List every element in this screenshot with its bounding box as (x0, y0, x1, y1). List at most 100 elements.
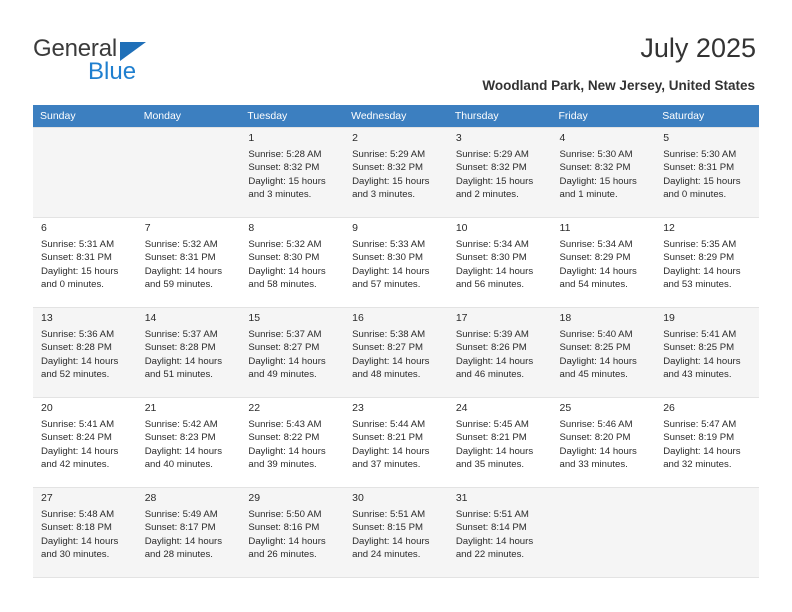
day-number: 21 (144, 402, 157, 414)
calendar-day-cell[interactable]: 6 Sunrise: 5:31 AM Sunset: 8:31 PM Daylight… (33, 217, 137, 308)
day-number: 10 (455, 222, 468, 234)
sunset-text: Sunset: 8:32 PM (352, 162, 424, 174)
day-sun-info: Sunrise: 5:34 AM Sunset: 8:29 PM Daylight:… (552, 235, 656, 291)
calendar-day-cell[interactable]: 21 Sunrise: 5:42 AM Sunset: 8:23 PM Dayligh… (136, 397, 241, 488)
sunset-text: Sunset: 8:27 PM (248, 342, 320, 354)
day-sun-info: Sunrise: 5:35 AM Sunset: 8:29 PM Daylight:… (655, 235, 759, 291)
daylight-text: Daylight: 14 hours and 54 minutes. (559, 265, 637, 290)
sunset-text: Sunset: 8:28 PM (144, 342, 216, 354)
sunset-text: Sunset: 8:29 PM (663, 252, 735, 264)
sunrise-text: Sunrise: 5:48 AM (41, 509, 115, 520)
calendar-week-row: 13 Sunrise: 5:36 AM Sunset: 8:28 PM Dayligh… (33, 307, 759, 398)
daylight-text: Daylight: 15 hours and 3 minutes. (352, 175, 430, 200)
day-number: 26 (663, 402, 675, 414)
calendar-empty-cell (551, 487, 656, 578)
day-sun-info: Sunrise: 5:39 AM Sunset: 8:26 PM Daylight:… (448, 325, 552, 381)
day-number: 14 (144, 312, 157, 324)
calendar-day-cell[interactable]: 4 Sunrise: 5:30 AM Sunset: 8:32 PM Daylight… (551, 127, 656, 218)
sunset-text: Sunset: 8:15 PM (352, 522, 424, 534)
day-sun-info: Sunrise: 5:29 AM Sunset: 8:32 PM Daylight:… (344, 145, 448, 201)
calendar-day-cell[interactable]: 31 Sunrise: 5:51 AM Sunset: 8:14 PM Dayligh… (447, 487, 552, 578)
day-number: 22 (248, 402, 261, 414)
sunset-text: Sunset: 8:21 PM (455, 432, 527, 444)
sunrise-text: Sunrise: 5:41 AM (663, 329, 737, 340)
daylight-text: Daylight: 14 hours and 28 minutes. (144, 535, 223, 560)
sunset-text: Sunset: 8:21 PM (352, 432, 424, 444)
calendar-day-cell[interactable]: 10 Sunrise: 5:34 AM Sunset: 8:30 PM Dayligh… (447, 217, 552, 308)
day-number: 28 (144, 492, 157, 504)
daylight-text: Daylight: 14 hours and 49 minutes. (248, 355, 326, 380)
sunrise-text: Sunrise: 5:32 AM (248, 239, 322, 250)
calendar-day-cell[interactable]: 3 Sunrise: 5:29 AM Sunset: 8:32 PM Daylight… (447, 127, 552, 218)
calendar-day-cell[interactable]: 1 Sunrise: 5:28 AM Sunset: 8:32 PM Daylight… (240, 127, 345, 218)
general-blue-logo[interactable]: General Blue (33, 36, 203, 86)
sunrise-text: Sunrise: 5:28 AM (248, 149, 322, 160)
calendar-day-cell[interactable]: 18 Sunrise: 5:40 AM Sunset: 8:25 PM Dayligh… (551, 307, 656, 398)
sunset-text: Sunset: 8:29 PM (559, 252, 631, 264)
calendar-day-cell[interactable]: 2 Sunrise: 5:29 AM Sunset: 8:32 PM Daylight… (344, 127, 448, 218)
calendar-day-cell[interactable]: 8 Sunrise: 5:32 AM Sunset: 8:30 PM Daylight… (240, 217, 345, 308)
sunset-text: Sunset: 8:32 PM (455, 162, 527, 174)
day-number: 3 (455, 132, 462, 144)
sunset-text: Sunset: 8:31 PM (144, 252, 216, 264)
sunrise-text: Sunrise: 5:40 AM (559, 329, 633, 340)
day-number: 11 (559, 222, 571, 234)
sunrise-text: Sunrise: 5:42 AM (144, 419, 218, 430)
calendar-day-cell[interactable]: 5 Sunrise: 5:30 AM Sunset: 8:31 PM Daylight… (655, 127, 759, 218)
sunset-text: Sunset: 8:28 PM (41, 342, 112, 354)
daylight-text: Daylight: 15 hours and 3 minutes. (248, 175, 326, 200)
calendar-day-cell[interactable]: 9 Sunrise: 5:33 AM Sunset: 8:30 PM Daylight… (344, 217, 448, 308)
calendar-day-cell[interactable]: 19 Sunrise: 5:41 AM Sunset: 8:25 PM Dayligh… (655, 307, 759, 398)
calendar-day-cell[interactable]: 17 Sunrise: 5:39 AM Sunset: 8:26 PM Dayligh… (447, 307, 552, 398)
daylight-text: Daylight: 14 hours and 42 minutes. (41, 445, 119, 470)
calendar-day-cell[interactable]: 22 Sunrise: 5:43 AM Sunset: 8:22 PM Dayligh… (240, 397, 345, 488)
daylight-text: Daylight: 15 hours and 0 minutes. (41, 265, 119, 290)
calendar-week-row: 6 Sunrise: 5:31 AM Sunset: 8:31 PM Daylight… (33, 217, 759, 308)
day-number: 5 (663, 132, 670, 144)
day-sun-info: Sunrise: 5:31 AM Sunset: 8:31 PM Daylight:… (33, 235, 137, 291)
calendar-day-cell[interactable]: 13 Sunrise: 5:36 AM Sunset: 8:28 PM Dayligh… (33, 307, 137, 398)
daylight-text: Daylight: 14 hours and 45 minutes. (559, 355, 637, 380)
calendar-day-cell[interactable]: 16 Sunrise: 5:38 AM Sunset: 8:27 PM Dayligh… (344, 307, 448, 398)
calendar-day-cell[interactable]: 14 Sunrise: 5:37 AM Sunset: 8:28 PM Dayligh… (136, 307, 241, 398)
calendar-day-cell[interactable]: 7 Sunrise: 5:32 AM Sunset: 8:31 PM Daylight… (136, 217, 241, 308)
calendar-day-cell[interactable]: 12 Sunrise: 5:35 AM Sunset: 8:29 PM Dayligh… (655, 217, 759, 308)
day-number: 29 (248, 492, 261, 504)
sunset-text: Sunset: 8:14 PM (455, 522, 527, 534)
day-sun-info: Sunrise: 5:46 AM Sunset: 8:20 PM Daylight:… (552, 415, 656, 471)
sunrise-text: Sunrise: 5:30 AM (663, 149, 737, 160)
calendar-day-cell[interactable]: 15 Sunrise: 5:37 AM Sunset: 8:27 PM Dayligh… (240, 307, 345, 398)
calendar-day-cell[interactable]: 11 Sunrise: 5:34 AM Sunset: 8:29 PM Dayligh… (551, 217, 656, 308)
calendar-day-cell[interactable]: 28 Sunrise: 5:49 AM Sunset: 8:17 PM Dayligh… (136, 487, 241, 578)
daylight-text: Daylight: 14 hours and 35 minutes. (455, 445, 534, 470)
day-sun-info: Sunrise: 5:29 AM Sunset: 8:32 PM Daylight:… (448, 145, 552, 201)
sunset-text: Sunset: 8:26 PM (455, 342, 527, 354)
calendar-day-cell[interactable]: 26 Sunrise: 5:47 AM Sunset: 8:19 PM Dayligh… (655, 397, 759, 488)
calendar-day-cell[interactable]: 23 Sunrise: 5:44 AM Sunset: 8:21 PM Dayligh… (344, 397, 448, 488)
calendar-week-row: 1 Sunrise: 5:28 AM Sunset: 8:32 PM Daylight… (33, 127, 759, 218)
calendar-day-cell[interactable]: 29 Sunrise: 5:50 AM Sunset: 8:16 PM Dayligh… (240, 487, 345, 578)
daylight-text: Daylight: 14 hours and 48 minutes. (352, 355, 430, 380)
calendar-day-cell[interactable]: 24 Sunrise: 5:45 AM Sunset: 8:21 PM Dayligh… (447, 397, 552, 488)
calendar-header-row: Sunday Monday Tuesday Wednesday Thursday… (33, 105, 759, 128)
day-sun-info: Sunrise: 5:43 AM Sunset: 8:22 PM Daylight:… (240, 415, 344, 471)
day-number: 8 (248, 222, 255, 234)
daylight-text: Daylight: 14 hours and 53 minutes. (663, 265, 741, 290)
calendar-day-cell[interactable]: 30 Sunrise: 5:51 AM Sunset: 8:15 PM Dayligh… (344, 487, 448, 578)
sunset-text: Sunset: 8:18 PM (41, 522, 112, 534)
daylight-text: Daylight: 14 hours and 30 minutes. (41, 535, 119, 560)
sunset-text: Sunset: 8:25 PM (663, 342, 735, 354)
day-number: 24 (455, 402, 468, 414)
day-sun-info: Sunrise: 5:34 AM Sunset: 8:30 PM Daylight:… (448, 235, 552, 291)
day-sun-info: Sunrise: 5:49 AM Sunset: 8:17 PM Daylight:… (137, 505, 241, 561)
sunrise-text: Sunrise: 5:51 AM (352, 509, 426, 520)
day-sun-info: Sunrise: 5:42 AM Sunset: 8:23 PM Daylight:… (137, 415, 241, 471)
day-sun-info: Sunrise: 5:32 AM Sunset: 8:31 PM Daylight:… (137, 235, 241, 291)
calendar-day-cell[interactable]: 20 Sunrise: 5:41 AM Sunset: 8:24 PM Dayligh… (33, 397, 137, 488)
daylight-text: Daylight: 14 hours and 52 minutes. (41, 355, 119, 380)
sunset-text: Sunset: 8:27 PM (352, 342, 424, 354)
calendar-day-cell[interactable]: 25 Sunrise: 5:46 AM Sunset: 8:20 PM Dayligh… (551, 397, 656, 488)
day-number: 20 (41, 402, 53, 414)
sunset-text: Sunset: 8:19 PM (663, 432, 735, 444)
calendar-day-cell[interactable]: 27 Sunrise: 5:48 AM Sunset: 8:18 PM Dayligh… (33, 487, 137, 578)
